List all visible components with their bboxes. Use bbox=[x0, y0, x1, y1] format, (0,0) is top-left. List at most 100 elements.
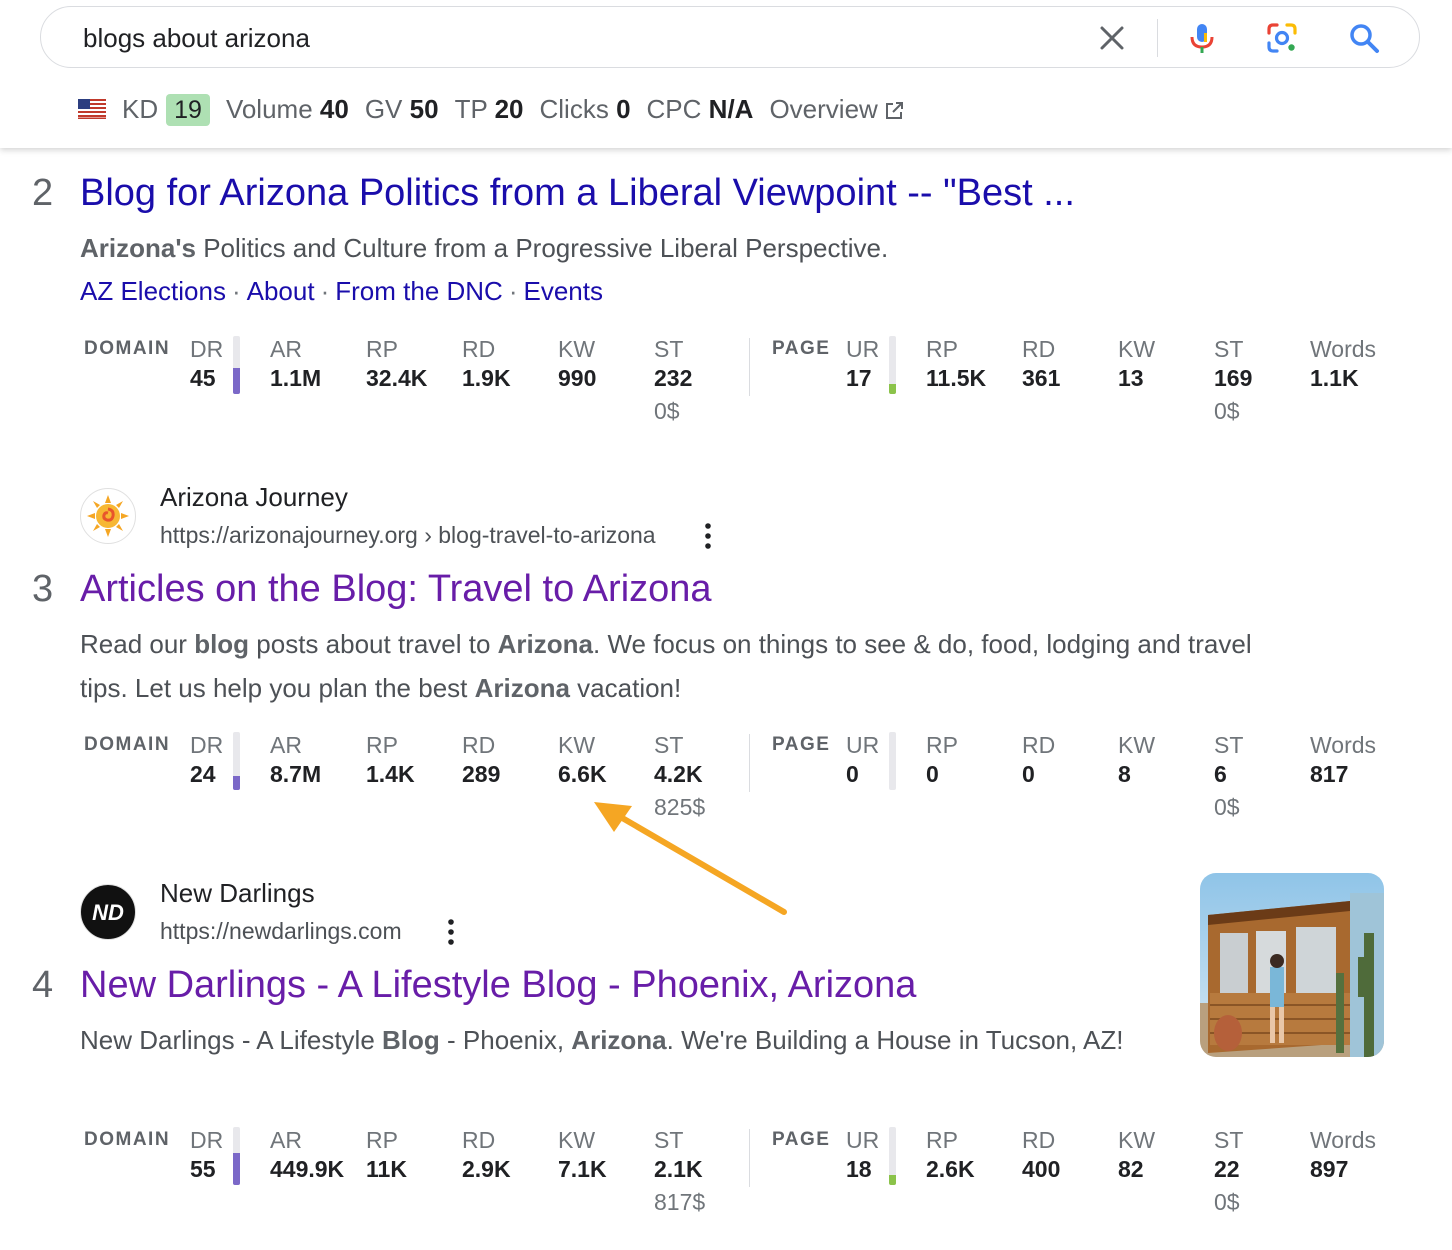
sitelink[interactable]: About bbox=[247, 276, 315, 306]
metric-header: RP bbox=[926, 1127, 958, 1153]
metric-st: ST 232 0$ bbox=[654, 336, 692, 425]
tp-label: TP bbox=[454, 93, 488, 124]
site-name[interactable]: New Darlings bbox=[160, 878, 315, 909]
metric-header: RP bbox=[366, 1127, 398, 1153]
overview-label[interactable]: Overview bbox=[769, 94, 877, 124]
result-title-link[interactable]: Blog for Arizona Politics from a Liberal… bbox=[80, 172, 1075, 215]
clear-icon[interactable] bbox=[1095, 21, 1129, 55]
metric-rp: RP 1.4K bbox=[366, 732, 415, 788]
kd-badge: 19 bbox=[166, 93, 210, 126]
metric-header: UR bbox=[846, 1127, 880, 1153]
metric-value: 6.6K bbox=[558, 761, 607, 787]
metric-st: ST 4.2K 825$ bbox=[654, 732, 705, 821]
metric-header: ST bbox=[654, 1127, 684, 1153]
lens-icon[interactable] bbox=[1265, 21, 1299, 55]
metrics-divider bbox=[749, 734, 750, 792]
metric-header: RD bbox=[462, 336, 496, 362]
search-icon[interactable] bbox=[1347, 21, 1381, 55]
search-box[interactable]: blogs about arizona bbox=[40, 6, 1420, 68]
metric-value: 817 bbox=[1310, 761, 1349, 787]
metric-header: Words bbox=[1310, 1127, 1377, 1153]
metric-rp: RP 0 bbox=[926, 732, 958, 788]
result-snippet: New Darlings - A Lifestyle Blog - Phoeni… bbox=[80, 1018, 1150, 1062]
metric-ar: AR 449.9K bbox=[270, 1127, 344, 1183]
metric-cost: 0$ bbox=[1214, 794, 1240, 820]
metric-header: KW bbox=[558, 732, 596, 758]
snippet-bold: Blog bbox=[382, 1025, 440, 1055]
more-options-icon[interactable] bbox=[447, 918, 455, 946]
metric-rd: RD 1.9K bbox=[462, 336, 511, 392]
result-title-link[interactable]: New Darlings - A Lifestyle Blog - Phoeni… bbox=[80, 964, 916, 1007]
metric-rd: RD 2.9K bbox=[462, 1127, 511, 1183]
result-thumbnail-image[interactable] bbox=[1200, 873, 1384, 1057]
site-url[interactable]: https://newdarlings.com bbox=[160, 918, 402, 945]
metric-header: AR bbox=[270, 336, 302, 362]
snippet-text: - Phoenix, bbox=[439, 1025, 572, 1055]
metric-kw: KW 13 bbox=[1118, 336, 1155, 392]
dr-bar-fill bbox=[233, 776, 240, 790]
external-link-icon[interactable] bbox=[884, 101, 904, 121]
metric-value: 45 bbox=[190, 365, 216, 391]
snippet-text: Politics and Culture from a Progressive … bbox=[195, 233, 889, 263]
result-snippet: Arizona's Politics and Culture from a Pr… bbox=[80, 226, 888, 270]
metric-rp: RP 11K bbox=[366, 1127, 407, 1183]
metric-value: 169 bbox=[1214, 365, 1253, 391]
page-label: PAGE bbox=[772, 338, 831, 359]
metric-ur: UR 17 bbox=[846, 336, 879, 392]
dr-bar bbox=[233, 732, 240, 790]
metric-header: ST bbox=[1214, 1127, 1244, 1153]
metric-value: 8 bbox=[1118, 761, 1131, 787]
snippet-bold: Arizona bbox=[497, 629, 593, 659]
sitelink[interactable]: From the DNC bbox=[335, 276, 503, 306]
search-query[interactable]: blogs about arizona bbox=[83, 23, 310, 54]
snippet-text: vacation! bbox=[569, 673, 682, 703]
metric-header: DR bbox=[190, 1127, 224, 1153]
cpc-metric: CPC N/A bbox=[647, 94, 754, 125]
domain-label: DOMAIN bbox=[84, 734, 171, 755]
sitelink[interactable]: Events bbox=[524, 276, 604, 306]
microphone-icon[interactable] bbox=[1185, 21, 1219, 55]
overview-link[interactable]: Overview bbox=[769, 94, 903, 125]
snippet-text: posts about travel to bbox=[249, 629, 498, 659]
search-divider bbox=[1157, 19, 1158, 57]
gv-label: GV bbox=[364, 93, 403, 124]
metric-st: ST 2.1K 817$ bbox=[654, 1127, 705, 1216]
new-darlings-favicon[interactable]: ND bbox=[80, 884, 136, 940]
metric-value: 990 bbox=[558, 365, 597, 391]
sitelink-separator: · bbox=[320, 276, 330, 306]
sitelink[interactable]: AZ Elections bbox=[80, 276, 226, 306]
metric-header: KW bbox=[1118, 732, 1156, 758]
result-rank: 4 bbox=[32, 964, 54, 1006]
result-snippet: Read our blog posts about travel to Ariz… bbox=[80, 622, 1260, 710]
dr-bar bbox=[233, 1127, 240, 1185]
metric-header: KW bbox=[1118, 1127, 1156, 1153]
nd-logo-icon: ND bbox=[84, 888, 132, 936]
metric-cost: 0$ bbox=[1214, 1189, 1240, 1215]
metric-rd: RD 361 bbox=[1022, 336, 1060, 392]
metric-value: 0 bbox=[926, 761, 939, 787]
volume-metric: Volume 40 bbox=[226, 94, 349, 125]
page-label: PAGE bbox=[772, 734, 831, 755]
result-rank: 2 bbox=[32, 172, 54, 214]
site-url[interactable]: https://arizonajourney.org › blog-travel… bbox=[160, 522, 656, 549]
metric-header: KW bbox=[558, 336, 596, 362]
metric-value: 0 bbox=[846, 761, 859, 787]
metric-kw: KW 7.1K bbox=[558, 1127, 607, 1183]
more-options-icon[interactable] bbox=[704, 522, 712, 550]
metrics-divider bbox=[749, 338, 750, 396]
keyword-metrics-bar: KD 19 Volume 40 GV 50 TP 20 Clicks 0 CPC … bbox=[78, 92, 920, 126]
metric-header: RP bbox=[366, 336, 398, 362]
ur-bar-fill bbox=[889, 384, 896, 394]
metric-value: 400 bbox=[1022, 1156, 1061, 1182]
metric-words: Words 817 bbox=[1310, 732, 1376, 788]
metric-st: ST 169 0$ bbox=[1214, 336, 1252, 425]
metric-header: RP bbox=[366, 732, 398, 758]
metric-dr: DR 55 bbox=[190, 1127, 223, 1183]
site-name[interactable]: Arizona Journey bbox=[160, 482, 348, 513]
result-title-link[interactable]: Articles on the Blog: Travel to Arizona bbox=[80, 568, 712, 611]
metric-header: KW bbox=[558, 1127, 596, 1153]
metric-dr: DR 45 bbox=[190, 336, 223, 392]
ur-bar bbox=[889, 732, 896, 790]
metric-header: Words bbox=[1310, 336, 1377, 362]
arizona-journey-favicon[interactable] bbox=[80, 488, 136, 544]
